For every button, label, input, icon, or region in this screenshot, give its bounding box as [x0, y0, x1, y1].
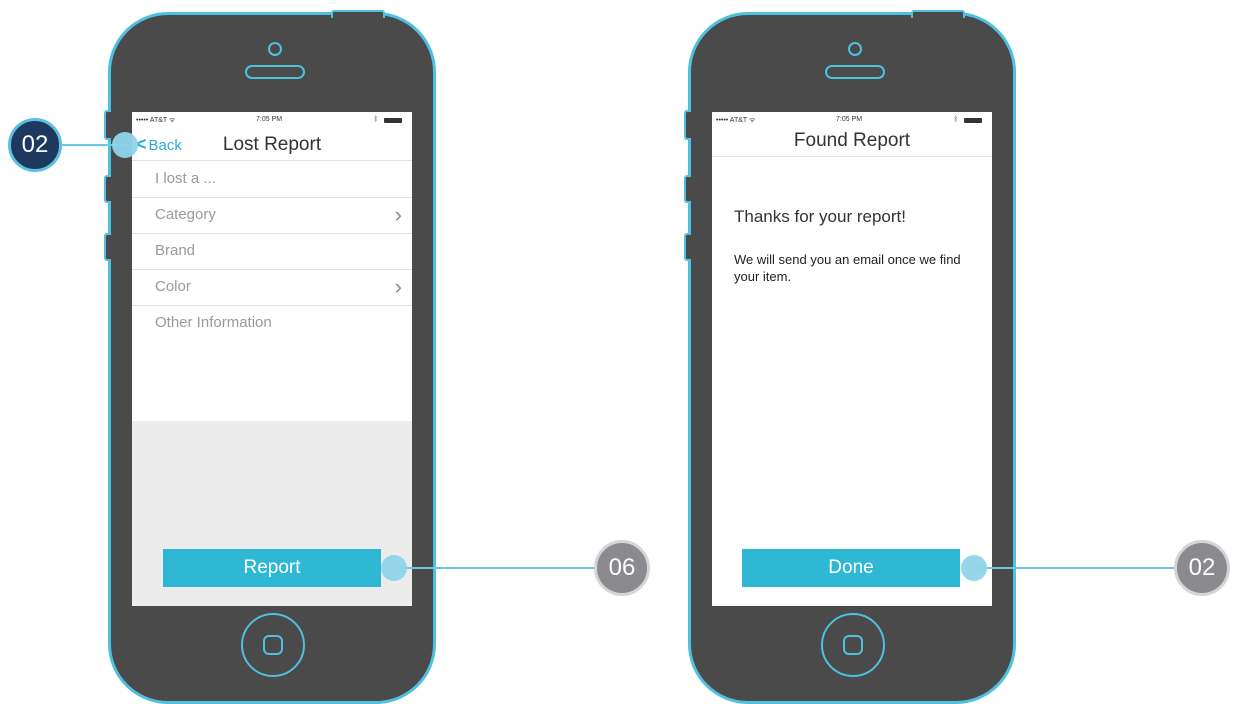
power-button: [911, 10, 965, 18]
callout-badge-back: 02: [8, 118, 62, 172]
field-color[interactable]: Color ›: [132, 270, 412, 306]
confirmation-message: We will send you an email once we find y…: [734, 252, 961, 284]
field-brand[interactable]: Brand: [132, 234, 412, 270]
thanks-heading: Thanks for your report!: [734, 207, 906, 226]
page-title: Found Report: [793, 130, 911, 151]
volume-up-button: [104, 175, 111, 203]
speaker-grille: [245, 65, 305, 79]
bluetooth-icon: ᛒ: [953, 116, 958, 123]
field-label: Brand: [155, 242, 196, 259]
status-bar: ••••• AT&T ᯤ 7:05 PM ᛒ: [716, 116, 988, 126]
field-category[interactable]: Category ›: [132, 198, 412, 234]
status-bar: ••••• AT&T ᯤ 7:05 PM ᛒ: [136, 116, 408, 126]
status-time: 7:05 PM: [836, 116, 863, 123]
carrier-label: ••••• AT&T ᯤ: [136, 117, 176, 124]
mute-switch: [684, 110, 691, 140]
field-label: Category: [155, 206, 216, 223]
home-button[interactable]: [821, 613, 885, 677]
field-item-type[interactable]: I lost a ...: [132, 162, 412, 198]
callout-badge-done: 02: [1174, 540, 1230, 596]
callout-line-report: [395, 567, 605, 569]
phone-lost-report: ••••• AT&T ᯤ 7:05 PM ᛒ < Back Lost Report…: [104, 10, 436, 704]
power-button: [331, 10, 385, 18]
callout-dot-back: [112, 132, 138, 158]
home-button[interactable]: [241, 613, 305, 677]
callout-dot-done: [961, 555, 987, 581]
chevron-right-icon: ›: [394, 274, 402, 299]
field-label: Color: [155, 278, 191, 295]
volume-down-button: [684, 233, 691, 261]
report-button[interactable]: Report: [163, 549, 381, 587]
done-button[interactable]: Done: [742, 549, 960, 587]
callout-line-done: [975, 567, 1185, 569]
battery-icon: [384, 118, 402, 123]
lost-report-screen: ••••• AT&T ᯤ 7:05 PM ᛒ < Back Lost Report…: [132, 112, 412, 606]
callout-badge-report: 06: [594, 540, 650, 596]
page-title: Lost Report: [222, 134, 322, 155]
camera-icon: [848, 42, 862, 56]
found-report-screen: ••••• AT&T ᯤ 7:05 PM ᛒ Found Report Than…: [712, 112, 992, 606]
carrier-label: ••••• AT&T ᯤ: [716, 117, 756, 124]
nav-bar: < Back Lost Report: [132, 128, 412, 161]
field-other-information[interactable]: Other Information: [132, 306, 412, 406]
battery-icon: [964, 118, 982, 123]
phone-found-report: ••••• AT&T ᯤ 7:05 PM ᛒ Found Report Than…: [684, 10, 1016, 704]
nav-bar: Found Report: [712, 126, 992, 157]
volume-up-button: [684, 175, 691, 203]
mute-switch: [104, 110, 111, 140]
report-form: I lost a ... Category › Brand Color › Ot…: [132, 162, 412, 406]
chevron-right-icon: ›: [394, 202, 402, 227]
home-square-icon: [263, 635, 283, 655]
home-square-icon: [843, 635, 863, 655]
bluetooth-icon: ᛒ: [373, 116, 378, 123]
volume-down-button: [104, 233, 111, 261]
status-time: 7:05 PM: [256, 116, 283, 123]
field-label: Other Information: [155, 314, 272, 331]
speaker-grille: [825, 65, 885, 79]
camera-icon: [268, 42, 282, 56]
callout-dot-report: [381, 555, 407, 581]
field-label: I lost a ...: [155, 170, 216, 187]
